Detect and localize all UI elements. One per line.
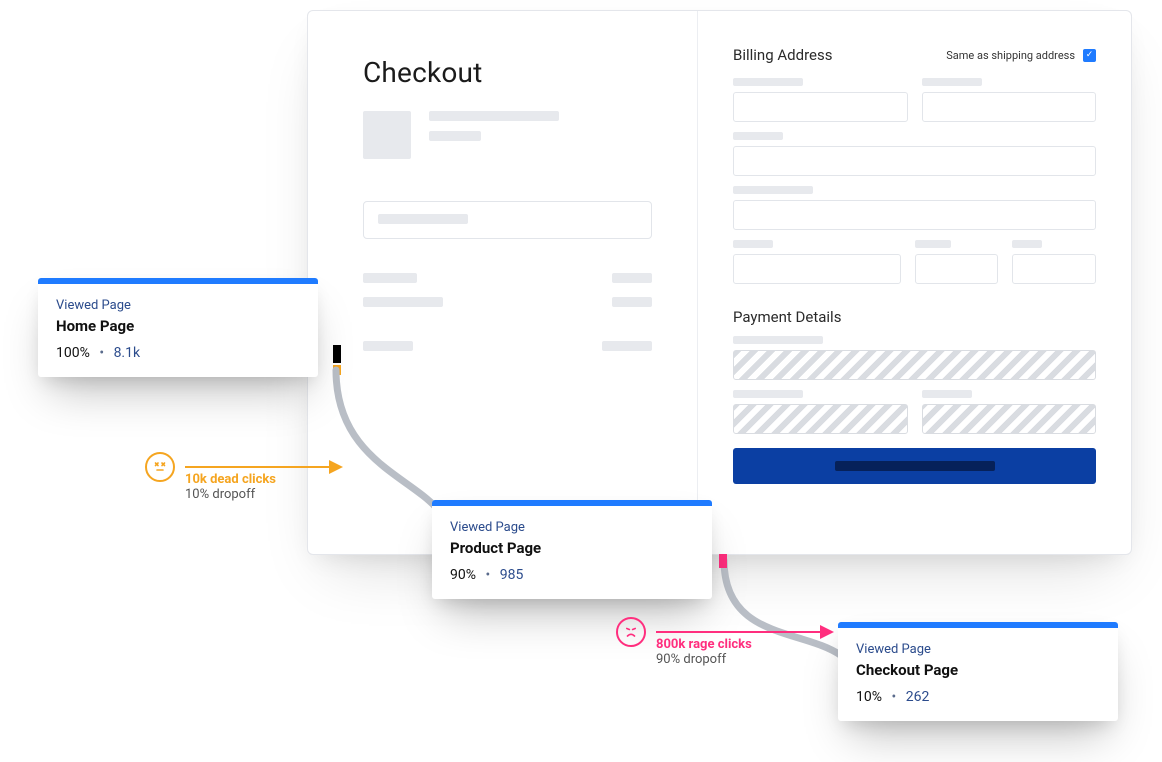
annotation-sub: 10% dropoff [185, 487, 276, 502]
dead-clicks-annotation: 10k dead clicks 10% dropoff [145, 452, 341, 482]
placeholder-label [915, 240, 951, 248]
annotation-sub: 90% dropoff [656, 652, 752, 667]
placeholder-line [602, 341, 652, 351]
last-name-field[interactable] [922, 92, 1097, 122]
annotation-headline: 10k dead clicks [185, 472, 276, 487]
product-thumbnail [363, 111, 411, 159]
arrow-icon [656, 631, 832, 634]
card-eyebrow: Viewed Page [856, 642, 1100, 657]
placeholder-line [429, 111, 559, 121]
cart-item [363, 111, 652, 159]
card-stats: 100% • 8.1k [56, 345, 300, 361]
payment-form [733, 336, 1096, 434]
arrow-icon [185, 466, 341, 469]
funnel-card-product[interactable]: Viewed Page Product Page 90% • 985 [432, 500, 712, 599]
placeholder-label [733, 390, 803, 398]
address-line2-field[interactable] [733, 200, 1096, 230]
zip-field[interactable] [1012, 254, 1096, 284]
placeholder-label [922, 78, 982, 86]
state-field[interactable] [915, 254, 999, 284]
separator-dot: • [93, 345, 110, 361]
placeholder-line [363, 341, 413, 351]
promo-code-field[interactable] [363, 201, 652, 239]
frown-face-icon [616, 617, 646, 647]
card-stats: 90% • 985 [450, 567, 694, 583]
first-name-field[interactable] [733, 92, 908, 122]
card-title: Checkout Page [856, 661, 1100, 679]
same-as-shipping-label: Same as shipping address [946, 49, 1075, 62]
card-title: Product Page [450, 539, 694, 557]
checkout-window: Checkout Billing [307, 10, 1132, 555]
placeholder-line [612, 297, 652, 307]
placeholder-label [733, 240, 773, 248]
billing-section-title: Billing Address [733, 46, 832, 64]
address-line1-field[interactable] [733, 146, 1096, 176]
checkout-summary-column: Checkout [308, 11, 698, 554]
checkout-title: Checkout [363, 56, 652, 89]
card-count: 262 [906, 689, 930, 705]
separator-dot: • [885, 689, 902, 705]
tax-row [363, 297, 652, 307]
placeholder-line [429, 131, 481, 141]
funnel-card-home[interactable]: Viewed Page Home Page 100% • 8.1k [38, 278, 318, 377]
card-count: 8.1k [114, 345, 141, 361]
card-eyebrow: Viewed Page [56, 298, 300, 313]
payment-section-title: Payment Details [733, 308, 1096, 326]
card-number-field[interactable] [733, 350, 1096, 380]
placeholder-label [733, 132, 783, 140]
total-row [363, 341, 652, 351]
placeholder-line [363, 273, 417, 283]
placeholder-line [835, 461, 995, 471]
placeholder-label [733, 186, 813, 194]
card-percent: 10% [856, 689, 882, 705]
billing-form [733, 78, 1096, 284]
dead-face-icon [145, 452, 175, 482]
card-stats: 10% • 262 [856, 689, 1100, 705]
connector-origin-marker [719, 554, 727, 568]
same-as-shipping-toggle[interactable]: Same as shipping address ✓ [946, 49, 1096, 62]
card-percent: 100% [56, 345, 90, 361]
subtotal-row [363, 273, 652, 283]
placeholder-label [922, 390, 972, 398]
card-title: Home Page [56, 317, 300, 335]
card-count: 985 [500, 567, 524, 583]
placeholder-line [378, 214, 468, 224]
annotation-headline: 800k rage clicks [656, 637, 752, 652]
card-eyebrow: Viewed Page [450, 520, 694, 535]
funnel-card-checkout[interactable]: Viewed Page Checkout Page 10% • 262 [838, 622, 1118, 721]
placeholder-label [733, 78, 803, 86]
placeholder-label [733, 336, 823, 344]
placeholder-line [363, 297, 443, 307]
place-order-button[interactable] [733, 448, 1096, 484]
expiry-field[interactable] [733, 404, 908, 434]
separator-dot: • [479, 567, 496, 583]
card-percent: 90% [450, 567, 476, 583]
placeholder-label [1012, 240, 1042, 248]
checkbox-checked-icon: ✓ [1083, 49, 1096, 62]
city-field[interactable] [733, 254, 901, 284]
checkout-form-column: Billing Address Same as shipping address… [698, 11, 1131, 554]
cvc-field[interactable] [922, 404, 1097, 434]
scrollbar-segment [333, 345, 341, 363]
scrollbar-segment-highlight [333, 365, 341, 375]
placeholder-line [612, 273, 652, 283]
rage-clicks-annotation: 800k rage clicks 90% dropoff [616, 617, 832, 647]
